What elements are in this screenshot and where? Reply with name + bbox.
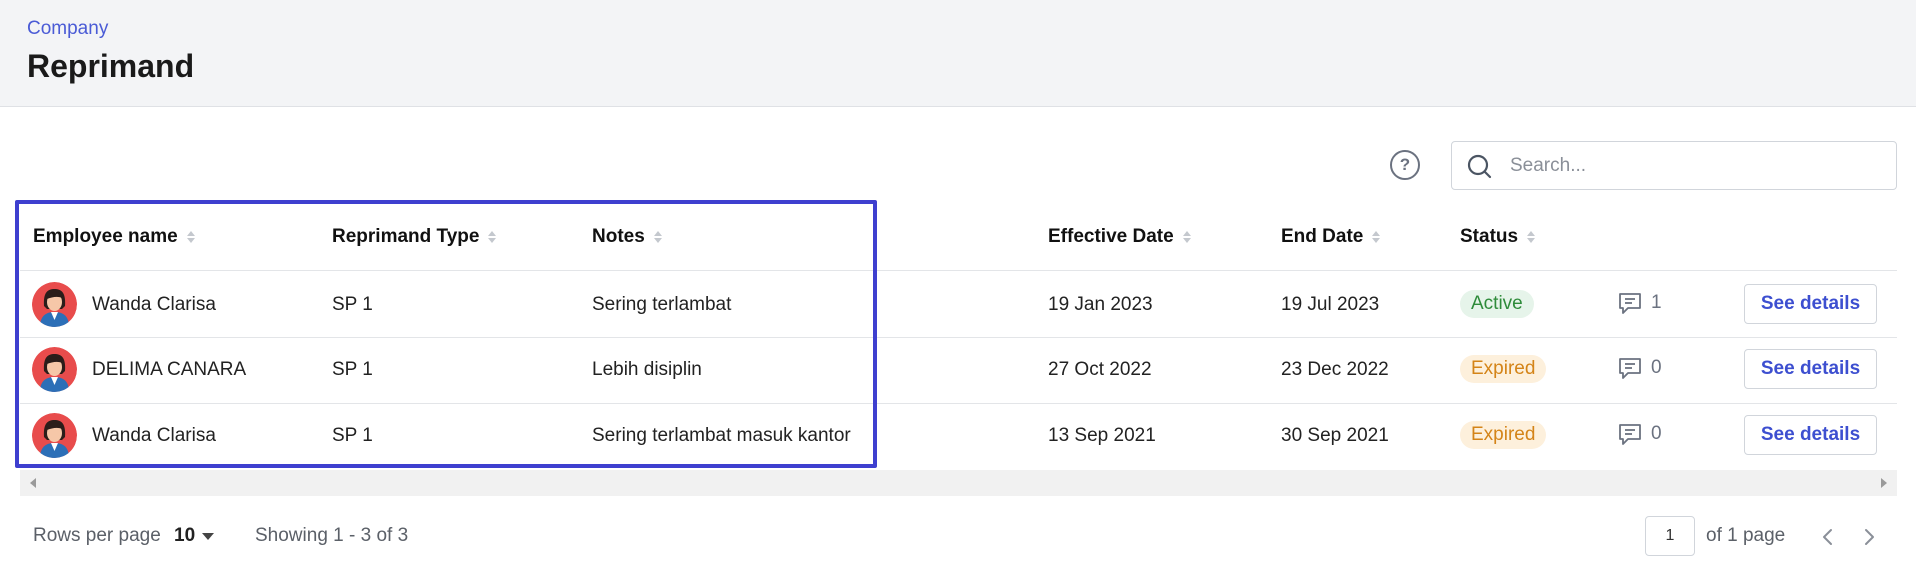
notes: Sering terlambat masuk kantor [592,425,851,446]
page-header: Company Reprimand [0,0,1916,107]
column-header-label: Notes [592,226,645,247]
status-badge: Expired [1460,355,1547,383]
search-icon [1467,154,1492,179]
column-header-status[interactable]: Status [1460,226,1536,248]
column-header-label: Effective Date [1048,226,1174,247]
column-header-notes[interactable]: Notes [592,226,662,248]
search-box[interactable] [1451,141,1897,190]
horizontal-scrollbar[interactable] [20,470,1897,496]
question-circle-icon[interactable]: ? [1390,150,1420,180]
comment-icon [1619,358,1641,379]
row-divider [20,337,1897,338]
see-details-button[interactable]: See details [1744,415,1877,455]
sort-icon[interactable] [1372,231,1381,243]
column-header-employee-name[interactable]: Employee name [33,226,195,248]
rows-per-page-select[interactable]: 10 [174,525,195,547]
end-date: 23 Dec 2022 [1281,359,1389,380]
column-header-label: End Date [1281,226,1364,247]
showing-range: Showing 1 - 3 of 3 [255,525,409,546]
avatar [32,347,77,392]
sort-icon[interactable] [1182,231,1191,243]
comment-icon [1619,424,1641,445]
comment-count[interactable]: 1 [1617,290,1662,316]
page-title: Reprimand [27,48,195,84]
employee-name: Wanda Clarisa [92,294,216,315]
reprimand-type: SP 1 [332,425,373,446]
reprimand-type: SP 1 [332,294,373,315]
end-date: 19 Jul 2023 [1281,294,1380,315]
sort-icon[interactable] [653,231,662,243]
column-header-label: Employee name [33,226,178,247]
employee-name: DELIMA CANARA [92,359,247,380]
effective-date: 19 Jan 2023 [1048,294,1153,315]
column-header-label: Status [1460,226,1519,247]
chevron-down-icon[interactable] [202,533,214,540]
chevron-left-icon[interactable] [1818,526,1838,548]
see-details-button[interactable]: See details [1744,284,1877,324]
sort-icon[interactable] [1527,231,1536,243]
comment-icon [1619,293,1641,314]
search-input[interactable] [1510,150,1880,182]
end-date: 30 Sep 2021 [1281,425,1389,446]
page-number-input[interactable]: 1 [1645,516,1695,556]
rows-per-page-label: Rows per page [33,525,161,546]
comment-count-value: 0 [1651,357,1662,378]
row-divider [20,270,1897,271]
status-badge: Expired [1460,421,1547,449]
notes: Sering terlambat [592,294,732,315]
comment-count[interactable]: 0 [1617,421,1662,447]
sort-icon[interactable] [186,231,195,243]
reprimand-type: SP 1 [332,359,373,380]
avatar [32,282,77,327]
status-badge: Active [1460,290,1534,318]
scroll-right-arrow-icon[interactable] [1881,478,1887,488]
column-header-label: Reprimand Type [332,226,480,247]
avatar [32,413,77,458]
column-header-reprimand-type[interactable]: Reprimand Type [332,226,497,248]
effective-date: 27 Oct 2022 [1048,359,1152,380]
notes: Lebih disiplin [592,359,702,380]
chevron-right-icon[interactable] [1859,526,1879,548]
row-divider [20,403,1897,404]
column-header-end-date[interactable]: End Date [1281,226,1381,248]
comment-count-value: 0 [1651,423,1662,444]
comment-count-value: 1 [1651,292,1662,313]
comment-count[interactable]: 0 [1617,355,1662,381]
see-details-button[interactable]: See details [1744,349,1877,389]
effective-date: 13 Sep 2021 [1048,425,1156,446]
scroll-left-arrow-icon[interactable] [30,478,36,488]
page-total: of 1 page [1706,525,1786,546]
breadcrumb-company[interactable]: Company [27,18,108,40]
employee-name: Wanda Clarisa [92,425,216,446]
column-header-effective-date[interactable]: Effective Date [1048,226,1191,248]
sort-icon[interactable] [488,231,497,243]
